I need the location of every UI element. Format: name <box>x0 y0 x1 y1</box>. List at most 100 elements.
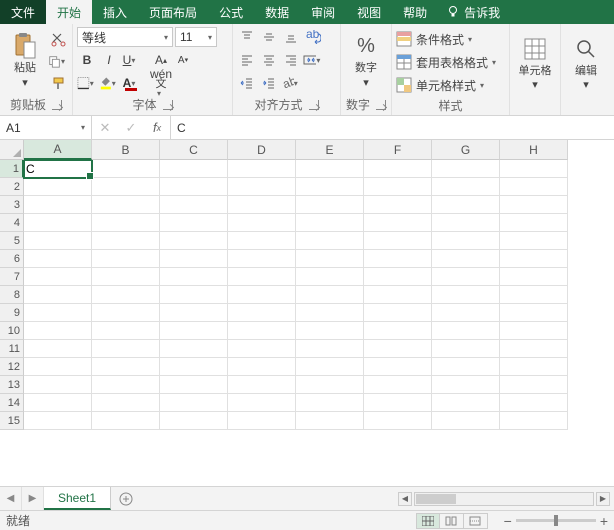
editing-button[interactable]: 编辑 ▾ <box>565 27 607 99</box>
cell[interactable] <box>432 286 500 304</box>
cell[interactable] <box>432 304 500 322</box>
row-header[interactable]: 10 <box>0 322 24 340</box>
column-header[interactable]: G <box>432 140 500 160</box>
zoom-in-button[interactable]: + <box>600 513 608 529</box>
formula-input[interactable]: C <box>171 116 614 139</box>
cell[interactable] <box>160 268 228 286</box>
cell[interactable] <box>92 358 160 376</box>
column-header[interactable]: A <box>24 140 92 160</box>
cell[interactable] <box>296 394 364 412</box>
column-header[interactable]: H <box>500 140 568 160</box>
cell[interactable] <box>160 322 228 340</box>
cell[interactable] <box>500 214 568 232</box>
row-header[interactable]: 15 <box>0 412 24 430</box>
cell[interactable] <box>500 358 568 376</box>
row-header[interactable]: 8 <box>0 286 24 304</box>
cell[interactable] <box>296 178 364 196</box>
cell[interactable] <box>24 304 92 322</box>
cut-button[interactable] <box>48 29 68 49</box>
zoom-out-button[interactable]: − <box>504 513 512 529</box>
row-header[interactable]: 2 <box>0 178 24 196</box>
fill-color-button[interactable]: ▾ <box>99 73 119 93</box>
bold-button[interactable]: B <box>77 50 97 70</box>
select-all-corner[interactable] <box>0 140 24 160</box>
cell[interactable] <box>24 376 92 394</box>
cell[interactable] <box>296 358 364 376</box>
row-header[interactable]: 13 <box>0 376 24 394</box>
cell[interactable] <box>160 214 228 232</box>
cell[interactable] <box>364 376 432 394</box>
cell[interactable] <box>92 268 160 286</box>
cell[interactable] <box>228 160 296 178</box>
cell[interactable] <box>500 160 568 178</box>
cell[interactable] <box>432 268 500 286</box>
view-page-break-button[interactable] <box>464 513 488 529</box>
cell[interactable] <box>24 358 92 376</box>
align-top-button[interactable] <box>237 27 257 47</box>
cell[interactable] <box>432 196 500 214</box>
cell[interactable] <box>228 304 296 322</box>
cell[interactable] <box>160 160 228 178</box>
row-header[interactable]: 14 <box>0 394 24 412</box>
cell[interactable] <box>500 196 568 214</box>
dialog-launcher-icon[interactable] <box>376 100 386 110</box>
cell[interactable] <box>228 322 296 340</box>
row-header[interactable]: 12 <box>0 358 24 376</box>
cell[interactable] <box>24 322 92 340</box>
cell[interactable] <box>92 232 160 250</box>
cell[interactable] <box>296 232 364 250</box>
row-header[interactable]: 1 <box>0 160 24 178</box>
add-sheet-button[interactable] <box>111 487 141 510</box>
tab-file[interactable]: 文件 <box>0 0 46 24</box>
tab-home[interactable]: 开始 <box>46 0 92 24</box>
cell[interactable] <box>24 232 92 250</box>
decrease-font-button[interactable]: A▾ <box>173 50 193 70</box>
font-name-combo[interactable]: 等线▾ <box>77 27 173 47</box>
cell[interactable] <box>228 250 296 268</box>
cell[interactable] <box>296 250 364 268</box>
cell[interactable] <box>92 322 160 340</box>
cell[interactable] <box>160 304 228 322</box>
cell[interactable] <box>500 322 568 340</box>
scroll-right-button[interactable]: ▶ <box>596 492 610 506</box>
row-header[interactable]: 9 <box>0 304 24 322</box>
cell[interactable] <box>432 232 500 250</box>
cell[interactable] <box>296 322 364 340</box>
cell[interactable] <box>92 250 160 268</box>
dialog-launcher-icon[interactable] <box>52 100 62 110</box>
column-header[interactable]: F <box>364 140 432 160</box>
column-header[interactable]: B <box>92 140 160 160</box>
cell[interactable] <box>160 358 228 376</box>
cell[interactable] <box>296 340 364 358</box>
cell-styles-button[interactable]: 单元格样式▾ <box>396 75 505 95</box>
cell[interactable] <box>160 232 228 250</box>
cell[interactable] <box>24 250 92 268</box>
dialog-launcher-icon[interactable] <box>309 100 319 110</box>
scroll-left-button[interactable]: ◀ <box>398 492 412 506</box>
column-header[interactable]: E <box>296 140 364 160</box>
font-color-button[interactable]: A▾ <box>121 73 141 93</box>
cell[interactable] <box>500 340 568 358</box>
decrease-indent-button[interactable] <box>237 73 257 93</box>
dialog-launcher-icon[interactable] <box>163 100 173 110</box>
row-header[interactable]: 4 <box>0 214 24 232</box>
cell[interactable] <box>228 286 296 304</box>
row-header[interactable]: 5 <box>0 232 24 250</box>
sheet-nav-next[interactable]: ▶ <box>22 487 44 510</box>
cell[interactable] <box>160 376 228 394</box>
cell[interactable] <box>364 232 432 250</box>
view-page-layout-button[interactable] <box>440 513 464 529</box>
tab-insert[interactable]: 插入 <box>92 0 138 24</box>
cell[interactable] <box>364 196 432 214</box>
cell[interactable] <box>92 376 160 394</box>
cell[interactable] <box>432 412 500 430</box>
row-header[interactable]: 7 <box>0 268 24 286</box>
cell[interactable] <box>432 358 500 376</box>
phonetic-button[interactable]: wén文▾ <box>151 73 171 93</box>
cell[interactable] <box>364 322 432 340</box>
tab-data[interactable]: 数据 <box>254 0 300 24</box>
align-right-button[interactable] <box>281 50 301 70</box>
cell[interactable] <box>92 196 160 214</box>
number-format-button[interactable]: % 数字 ▾ <box>345 27 387 94</box>
cell[interactable] <box>228 214 296 232</box>
